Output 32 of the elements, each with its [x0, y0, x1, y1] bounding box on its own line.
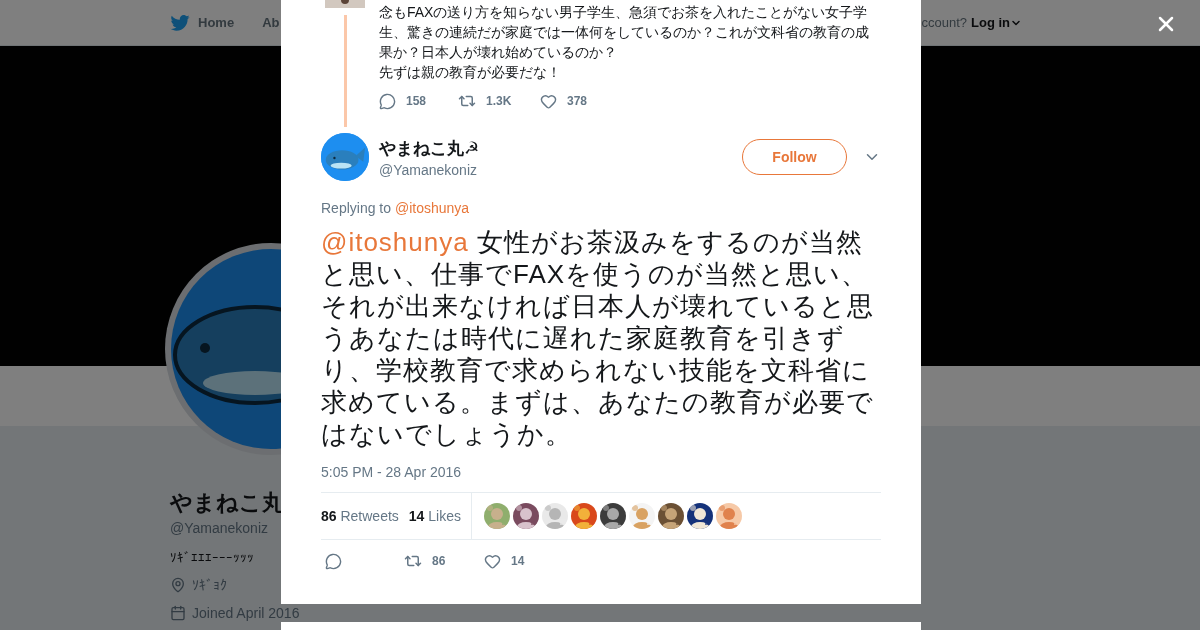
- location-pin-icon: [170, 577, 186, 593]
- tweet-text: 念もFAXの送り方を知らない男子学生、急須でお茶を入れたことがない女子学生、驚きの連続だが家庭では一体何をしているのか？これが文科省の教育の成果か？日本人が壊れ始めているのか？: [379, 3, 870, 62]
- tweet-text: @itoshunya 女性がお茶汲みをするのが当然と思い、仕事でFAXを使うのが当然と思い、それが出来なければ日本人が壊れていると思うあなたは時代に遅れた家庭教育を引きずり、学校教育で求められない技能を文科省に求めている。まずは、あなたの教育が必要ではないでしょうか。: [321, 226, 875, 450]
- profile-location: ｿｷﾞｮｸ: [192, 577, 227, 593]
- heart-icon: [484, 552, 501, 570]
- login-link[interactable]: Log in: [971, 15, 1022, 30]
- nav-link[interactable]: Ab: [262, 15, 280, 30]
- mention-link[interactable]: @itoshunya: [321, 227, 469, 257]
- speech-bubble-icon: [325, 552, 342, 570]
- retweet-button[interactable]: 1.3K: [458, 92, 540, 110]
- retweets-count[interactable]: 86 Retweets: [321, 508, 399, 524]
- replying-to: Replying to @itoshunya: [321, 200, 471, 216]
- account-prompt: ccount?: [921, 15, 967, 30]
- author-name: やまねこ丸☭: [379, 137, 480, 160]
- author-handle: @Yamanekoniz: [379, 161, 478, 178]
- like-button[interactable]: 378: [540, 92, 600, 110]
- mention-link[interactable]: @itoshunya: [394, 200, 470, 216]
- profile-handle: @Yamanekoniz: [170, 520, 268, 536]
- bird-logo-icon: [170, 14, 190, 31]
- heart-icon: [540, 92, 557, 110]
- nav-link[interactable]: Home: [170, 14, 235, 31]
- profile-bio: ｿｷﾞｴｴｴｰｰｰｯｯｯ: [170, 550, 254, 565]
- like-button[interactable]: 14: [484, 552, 544, 570]
- speech-bubble-icon: [379, 92, 396, 110]
- reply-button[interactable]: 158: [379, 92, 458, 110]
- tweet-timestamp: 5:05 PM - 28 Apr 2016: [321, 464, 463, 480]
- likes-count[interactable]: 14 Likes: [408, 508, 461, 524]
- follow-button[interactable]: Follow: [742, 139, 847, 175]
- tweet-text: 先ずは親の教育が必要だな！: [379, 63, 562, 82]
- profile-joined: Joined April 2016: [192, 605, 300, 621]
- retweet-button[interactable]: 86: [404, 552, 484, 570]
- calendar-icon: [170, 605, 186, 621]
